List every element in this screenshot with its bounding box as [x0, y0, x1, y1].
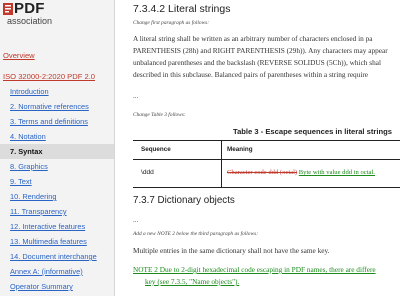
- sidebar-item-syntax[interactable]: 7. Syntax: [0, 144, 114, 159]
- sidebar-item-normative-references[interactable]: 2. Normative references: [0, 99, 114, 114]
- ellipsis: ...: [133, 92, 139, 100]
- column-header-meaning: Meaning: [227, 146, 253, 153]
- inserted-note-line: NOTE 2 Due to 2-digit hexadecimal code e…: [133, 265, 376, 274]
- escape-sequences-table: Sequence Meaning \ddd Character code ddd…: [133, 140, 400, 188]
- logo-wordmark: PDF: [14, 0, 45, 17]
- sidebar-item-interactive-features[interactable]: 12. Interactive features: [0, 219, 114, 234]
- pdf-logo-icon: [3, 3, 13, 15]
- sidebar-item-overview[interactable]: Overview: [0, 48, 114, 63]
- sidebar-item-document-interchange[interactable]: 14. Document interchange: [0, 249, 114, 264]
- paragraph-line: unbalanced parentheses and the backslash…: [133, 58, 382, 67]
- inserted-note-2: NOTE 2 Due to 2-digit hexadecimal code e…: [133, 264, 376, 288]
- sidebar-item-text[interactable]: 9. Text: [0, 174, 114, 189]
- table-title: Table 3 - Escape sequences in literal st…: [233, 127, 392, 136]
- inserted-text: Byte with value ddd in octal.: [298, 169, 375, 176]
- section-heading-dictionary-objects: 7.3.7 Dictionary objects: [133, 195, 235, 206]
- sidebar-item-multimedia-features[interactable]: 13. Multimedia features: [0, 234, 114, 249]
- change-instruction: Change Table 3 follows:: [133, 112, 186, 118]
- change-instruction: Add a new NOTE 2 below the third paragra…: [133, 231, 258, 237]
- sidebar-item-introduction[interactable]: Introduction: [0, 84, 114, 99]
- pdf-association-logo[interactable]: PDF association: [3, 0, 111, 28]
- column-header-sequence: Sequence: [141, 146, 171, 153]
- ellipsis: ...: [133, 216, 139, 224]
- sidebar: PDF association Overview ISO 32000-2:202…: [0, 0, 115, 296]
- table-cell-sequence: \ddd: [141, 169, 154, 176]
- change-instruction: Change first paragraph as follows:: [133, 20, 210, 26]
- sidebar-nav: Overview ISO 32000-2:2020 PDF 2.0 Introd…: [0, 48, 114, 294]
- main-content: 7.3.4.2 Literal strings Change first par…: [115, 0, 400, 296]
- sidebar-item-graphics[interactable]: 8. Graphics: [0, 159, 114, 174]
- paragraph-line: PARENTHESIS (28h) and RIGHT PARENTHESIS …: [133, 46, 388, 55]
- sidebar-item-iso-32000[interactable]: ISO 32000-2:2020 PDF 2.0: [0, 69, 114, 84]
- sidebar-item-terms[interactable]: 3. Terms and definitions: [0, 114, 114, 129]
- paragraph-line: A literal string shall be written as an …: [133, 34, 373, 43]
- sidebar-item-annex-a[interactable]: Annex A: (informative): [0, 264, 114, 279]
- paragraph-line: described in this subclause. Balanced pa…: [133, 70, 369, 79]
- deleted-text: Character code ddd (octal): [227, 169, 298, 176]
- sidebar-item-notation[interactable]: 4. Notation: [0, 129, 114, 144]
- sidebar-item-rendering[interactable]: 10. Rendering: [0, 189, 114, 204]
- sidebar-item-transparency[interactable]: 11. Transparency: [0, 204, 114, 219]
- paragraph: Multiple entries in the same dictionary …: [133, 246, 330, 255]
- name-objects-link[interactable]: key (see 7.3.5, "Name objects").: [133, 276, 376, 288]
- table-divider: [221, 141, 222, 187]
- table-header-row: Sequence Meaning: [133, 141, 400, 160]
- logo-subtitle: association: [7, 16, 53, 26]
- section-heading-literal-strings: 7.3.4.2 Literal strings: [133, 3, 231, 15]
- table-cell-meaning: Character code ddd (octal) Byte with val…: [227, 169, 375, 176]
- sidebar-item-operator-summary[interactable]: Operator Summary: [0, 279, 114, 294]
